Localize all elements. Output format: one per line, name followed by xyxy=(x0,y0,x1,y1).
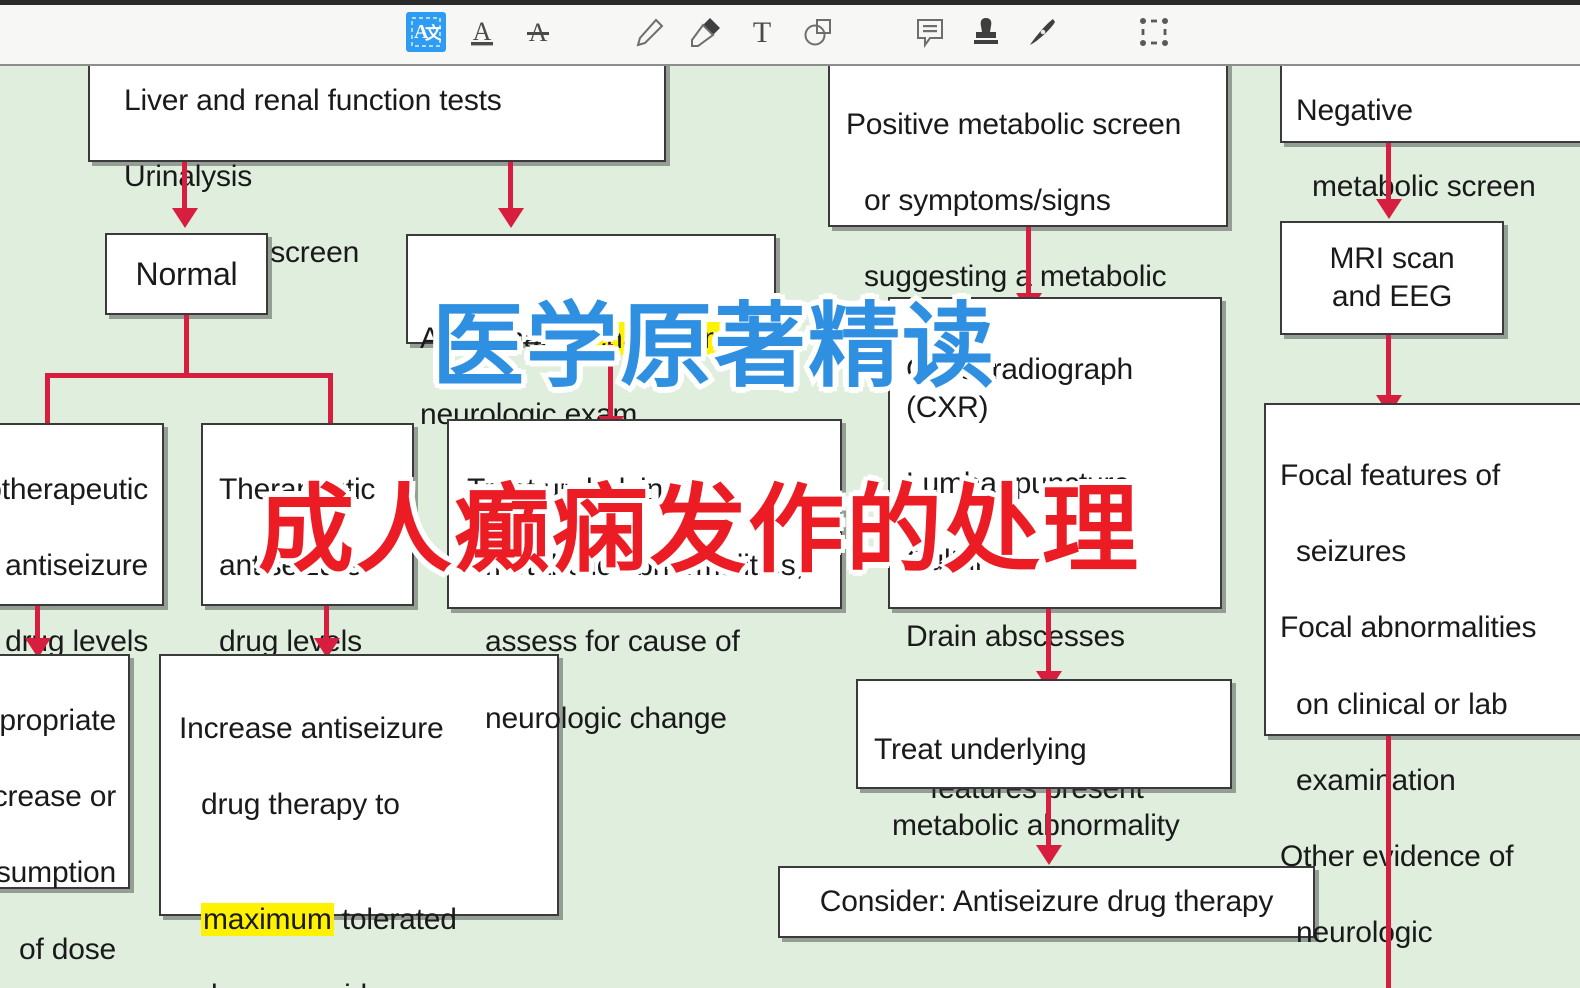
node-increase-line3-rest: tolerated xyxy=(333,902,457,936)
overlay-caption-red: 成人癫痫发作的处理 xyxy=(258,452,1140,591)
signature-pen-icon[interactable] xyxy=(1014,7,1070,57)
overlay-caption-blue: 医学原著精读 xyxy=(427,272,998,405)
node-positive-metabolic: Positive metabolic screen or symptoms/si… xyxy=(828,66,1228,370)
node-treat-metabolic-line3: assess for cause of xyxy=(485,625,740,659)
node-positive-line1: Positive metabolic screen xyxy=(846,108,1182,142)
node-consider-asd: Consider: Antiseizure drug therapy xyxy=(778,866,1315,938)
node-positive-line2: or symptoms/signs xyxy=(864,184,1111,218)
node-subtherapeutic-line2: antiseizure xyxy=(5,549,148,583)
overlay-caption-blue-text: 医学原著精读 xyxy=(427,289,998,405)
connector-labs-to-abnormal xyxy=(508,162,513,214)
node-negative-line1: Negative xyxy=(1296,94,1413,128)
connector-normal-down xyxy=(184,315,189,377)
node-mri-line1: MRI scan xyxy=(1329,241,1455,275)
connector-negative-down xyxy=(1386,143,1391,205)
underline-text-icon[interactable]: A xyxy=(454,7,510,57)
svg-text:文: 文 xyxy=(425,23,441,43)
svg-text:A: A xyxy=(473,17,492,46)
highlight-select-icon-active-bg: A 文 xyxy=(406,12,446,52)
node-treat-underlying-line1: Treat underlying xyxy=(874,733,1087,767)
connector-positive-down xyxy=(1026,227,1031,299)
node-normal-label: Normal xyxy=(135,255,238,292)
node-mri-line2: and EEG xyxy=(1331,280,1453,313)
node-workup-line4: Drain abscesses xyxy=(906,619,1125,653)
stamp-icon[interactable] xyxy=(958,7,1014,57)
connector-mri-down xyxy=(1386,335,1391,401)
node-increase-line3: maximum tolerated xyxy=(179,862,543,938)
node-appropriate-line1: Appropriate xyxy=(0,704,116,738)
node-normal: Normal xyxy=(105,233,268,315)
node-focal-line1: Focal features of xyxy=(1280,459,1501,493)
note-comment-icon[interactable] xyxy=(902,7,958,57)
highlight-select-glyph: A 文 xyxy=(411,17,441,47)
node-appropriate-line2: increase or xyxy=(0,780,116,814)
node-focal-line7: neurologic xyxy=(1296,916,1433,950)
text-tool-icon[interactable]: T xyxy=(734,7,790,57)
node-negative-line2: metabolic screen xyxy=(1312,170,1536,204)
crop-selection-icon[interactable] xyxy=(1126,7,1182,57)
toolbar-tool-group: A 文 A A xyxy=(398,7,1182,57)
connector-focal-down xyxy=(1386,736,1391,988)
window-top-bar xyxy=(0,0,1580,5)
node-appropriate-line3: resumption xyxy=(0,856,116,890)
connector-workup-down xyxy=(1046,609,1051,677)
svg-text:T: T xyxy=(753,16,771,49)
node-consider-asd-label: Consider: Antiseizure drug therapy xyxy=(819,884,1274,918)
annotation-toolbar: A 文 A A xyxy=(0,0,1580,66)
node-focal-line5: examination xyxy=(1296,763,1456,797)
node-appropriate-increase: Appropriate increase or resumption of do… xyxy=(0,654,130,966)
highlight-select-icon[interactable]: A 文 xyxy=(398,7,454,57)
marker-icon[interactable] xyxy=(678,7,734,57)
shapes-icon[interactable] xyxy=(790,7,846,57)
node-focal-line3: Focal abnormalities xyxy=(1280,611,1537,645)
node-subtherapeutic-line1: Subtherapeutic xyxy=(0,473,148,507)
node-increase-highlight-maximum: maximum xyxy=(201,902,334,936)
node-labs-line1: Liver and renal function tests xyxy=(124,84,502,118)
node-focal-line6: Other evidence of xyxy=(1280,840,1514,874)
connector-treat-underlying-down xyxy=(1046,789,1051,851)
arrowhead-negative-down xyxy=(1376,199,1402,219)
pencil-icon[interactable] xyxy=(622,7,678,57)
node-appropriate-line4: of dose xyxy=(18,932,116,966)
node-focal-line4: on clinical or lab xyxy=(1296,687,1508,721)
node-increase-line4: dose; consider xyxy=(179,977,543,988)
connector-normal-split xyxy=(45,373,333,378)
app-screen: A 文 A A xyxy=(0,0,1580,988)
node-focal-line2: seizures xyxy=(1296,535,1407,569)
connector-labs-to-normal xyxy=(182,162,187,214)
node-treat-metabolic-line4: neurologic change xyxy=(485,701,727,735)
node-increase-line2: drug therapy to xyxy=(201,788,400,822)
node-subtherapeutic: Subtherapeutic antiseizure drug levels xyxy=(0,423,164,658)
node-negative-metabolic: Negative metabolic screen xyxy=(1280,66,1580,203)
node-focal-features: Focal features of seizures Focal abnorma… xyxy=(1264,403,1580,949)
node-labs: Liver and renal function tests Urinalysi… xyxy=(88,66,666,269)
arrowhead-treat-underlying-down xyxy=(1036,845,1062,865)
arrowhead-labs-to-normal xyxy=(172,208,198,228)
strikethrough-text-icon[interactable]: A xyxy=(510,7,566,57)
node-mri-eeg: MRI scan and EEG xyxy=(1280,221,1504,335)
node-treat-underlying: Treat underlying metabolic abnormality xyxy=(856,679,1232,842)
arrowhead-labs-to-abnormal xyxy=(498,208,524,228)
overlay-caption-red-text: 成人癫痫发作的处理 xyxy=(258,474,1140,586)
